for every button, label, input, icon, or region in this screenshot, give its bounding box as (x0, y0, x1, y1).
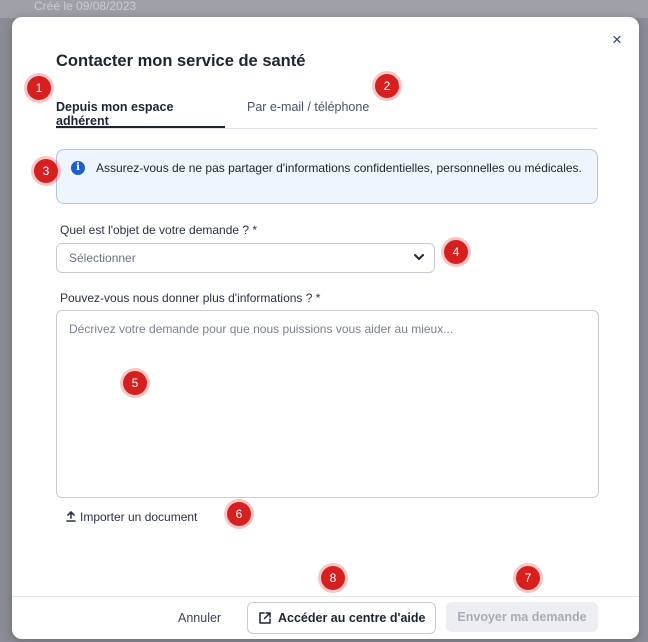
tab-bar: Depuis mon espace adhérent Par e-mail / … (56, 100, 598, 129)
tab-espace-adherent[interactable]: Depuis mon espace adhérent (56, 100, 225, 128)
details-textarea[interactable]: Décrivez votre demande pour que nous pui… (56, 310, 599, 498)
subject-select[interactable]: Sélectionner (56, 243, 435, 273)
annotation-marker-5: 5 (123, 371, 147, 395)
modal-title: Contacter mon service de santé (56, 52, 306, 70)
help-center-label: Accéder au centre d'aide (278, 611, 426, 625)
send-request-label: Envoyer ma demande (457, 610, 587, 624)
annotation-marker-7: 7 (516, 566, 540, 590)
send-request-button[interactable]: Envoyer ma demande (446, 602, 598, 632)
background-created-date: Créé le 09/08/2023 (34, 0, 137, 13)
subject-label: Quel est l'objet de votre demande ? * (60, 223, 258, 237)
annotation-marker-8: 8 (321, 566, 345, 590)
info-banner: i Assurez-vous de ne pas partager d'info… (56, 149, 598, 204)
annotation-marker-6: 6 (227, 502, 251, 526)
background-page: Créé le 09/08/2023 (0, 0, 648, 18)
upload-icon (66, 511, 76, 522)
import-document-label: Importer un document (80, 510, 198, 524)
tab-email-telephone[interactable]: Par e-mail / téléphone (247, 100, 369, 127)
contact-modal: × Contacter mon service de santé Depuis … (12, 17, 639, 639)
info-icon: i (71, 161, 85, 175)
help-center-button[interactable]: Accéder au centre d'aide (247, 602, 436, 634)
info-text: Assurez-vous de ne pas partager d'inform… (96, 161, 582, 175)
annotation-marker-1: 1 (27, 76, 51, 100)
details-placeholder: Décrivez votre demande pour que nous pui… (69, 322, 454, 336)
external-link-icon (259, 612, 271, 624)
annotation-marker-3: 3 (34, 159, 58, 183)
cancel-button[interactable]: Annuler (178, 611, 221, 625)
chevron-down-icon (414, 254, 424, 260)
subject-select-value: Sélectionner (69, 251, 136, 265)
annotation-marker-4: 4 (444, 240, 468, 264)
annotation-marker-2: 2 (375, 74, 399, 98)
modal-footer: Annuler Accéder au centre d'aide Envoyer… (12, 596, 639, 639)
details-label: Pouvez-vous nous donner plus d'informati… (60, 291, 321, 305)
close-icon[interactable]: × (609, 31, 625, 48)
import-document-link[interactable]: Importer un document (66, 510, 197, 524)
